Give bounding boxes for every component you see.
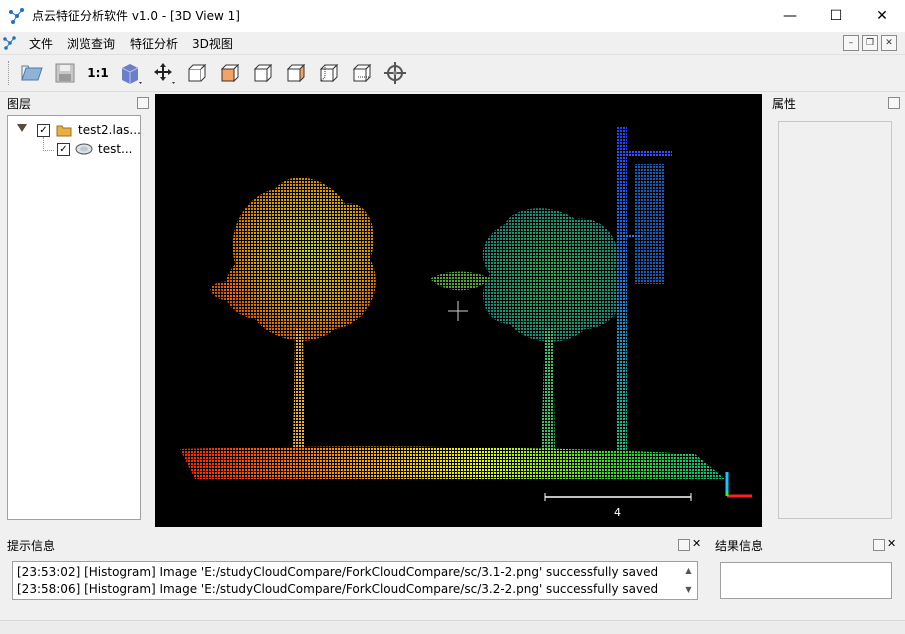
save-icon: [55, 63, 75, 83]
point-cloud-scene[interactable]: [155, 94, 762, 527]
view-front-button[interactable]: [183, 59, 211, 87]
maximize-icon: ☐: [829, 8, 843, 24]
view-right-icon: [286, 63, 306, 83]
minimize-button[interactable]: —: [767, 0, 813, 32]
app-icon: [9, 8, 24, 24]
console-close-icon[interactable]: ✕: [692, 537, 701, 550]
results-dock-title: 结果信息: [715, 539, 764, 553]
layer-label-cloud[interactable]: test...: [98, 142, 133, 156]
results-float-button[interactable]: [873, 539, 885, 551]
view-bottom-icon: [352, 63, 372, 83]
console-log[interactable]: [23:53:02] [Histogram] Image 'E:/studyCl…: [12, 561, 698, 600]
mdi-restore-button[interactable]: ❐: [862, 35, 878, 51]
tree-left-trunk: [293, 329, 305, 454]
scroll-down-icon[interactable]: ▼: [681, 582, 696, 597]
zoom-1-1-button[interactable]: 1:1: [84, 59, 112, 87]
layer-checkbox-root[interactable]: ✓: [37, 124, 50, 137]
properties-float-button[interactable]: [888, 97, 900, 109]
log-line: [23:53:02] [Histogram] Image 'E:/studyCl…: [17, 565, 659, 579]
layers-tree[interactable]: ✓ test2.las... ✓ test...: [7, 115, 141, 520]
view-back-button[interactable]: [315, 59, 343, 87]
save-button[interactable]: [51, 59, 79, 87]
properties-dock-title: 属性: [772, 97, 797, 111]
console-float-button[interactable]: [678, 539, 690, 551]
console-dock-title: 提示信息: [7, 539, 56, 553]
scale-label: 4: [614, 506, 621, 519]
menu-bar: 文件 浏览查询 特征分析 3D视图 – ❐ ✕: [0, 32, 905, 55]
view-left-button[interactable]: [249, 59, 277, 87]
toolbar-grip[interactable]: [8, 61, 12, 85]
menu-file[interactable]: 文件: [29, 35, 53, 52]
status-bar: [0, 620, 905, 634]
mdi-app-icon: [3, 36, 16, 50]
point-picking-icon: [384, 62, 406, 84]
view-right-button[interactable]: [282, 59, 310, 87]
tree-connector: [43, 137, 54, 151]
ground-plane: [180, 446, 725, 479]
view-top-button[interactable]: [216, 59, 244, 87]
mdi-close-button[interactable]: ✕: [881, 35, 897, 51]
tree-right-trunk: [541, 329, 555, 449]
tree-left-canopy: [224, 177, 376, 341]
point-cloud-icon: [75, 143, 93, 155]
view-left-icon: [253, 63, 273, 83]
maximize-button[interactable]: ☐: [813, 0, 859, 32]
open-folder-icon: [21, 65, 43, 81]
expand-arrow-icon[interactable]: [17, 124, 27, 132]
pole-arm: [617, 150, 672, 156]
view-top-icon: [220, 63, 240, 83]
layers-dock-title: 图层: [7, 97, 32, 111]
close-button[interactable]: ✕: [859, 0, 905, 32]
layer-label-root[interactable]: test2.las...: [78, 123, 141, 137]
properties-panel: [778, 121, 892, 519]
view-front-icon: [188, 63, 207, 82]
menu-browse-query[interactable]: 浏览查询: [67, 35, 115, 52]
cube-view-button[interactable]: [117, 59, 145, 87]
layer-checkbox-cloud[interactable]: ✓: [57, 143, 70, 156]
menu-feature-analysis[interactable]: 特征分析: [130, 35, 178, 52]
folder-icon: [56, 125, 72, 137]
3d-viewer[interactable]: 4: [155, 94, 762, 527]
minimize-icon: —: [783, 8, 797, 24]
pole: [617, 126, 627, 451]
sign-board: [635, 164, 665, 284]
toolbar: 1:1: [0, 55, 905, 92]
scroll-up-icon[interactable]: ▲: [681, 563, 696, 578]
view-back-icon: [319, 63, 339, 83]
view-bottom-button[interactable]: [348, 59, 376, 87]
window-title: 点云特征分析软件 v1.0 - [3D View 1]: [32, 9, 240, 23]
close-icon: ✕: [876, 8, 888, 24]
translate-button[interactable]: [150, 59, 178, 87]
point-picking-button[interactable]: [381, 59, 409, 87]
title-bar: 点云特征分析软件 v1.0 - [3D View 1] — ☐ ✕: [0, 0, 905, 32]
cube-view-icon: [121, 64, 142, 84]
open-button[interactable]: [18, 59, 46, 87]
menu-3d-view[interactable]: 3D视图: [192, 35, 233, 52]
tree-right-canopy: [482, 208, 624, 342]
mdi-minimize-button[interactable]: –: [843, 35, 859, 51]
layers-float-button[interactable]: [137, 97, 149, 109]
translate-icon: [154, 63, 175, 84]
results-close-icon[interactable]: ✕: [887, 537, 896, 550]
log-line: [23:58:06] [Histogram] Image 'E:/studyCl…: [17, 582, 659, 596]
results-panel: [720, 562, 892, 599]
